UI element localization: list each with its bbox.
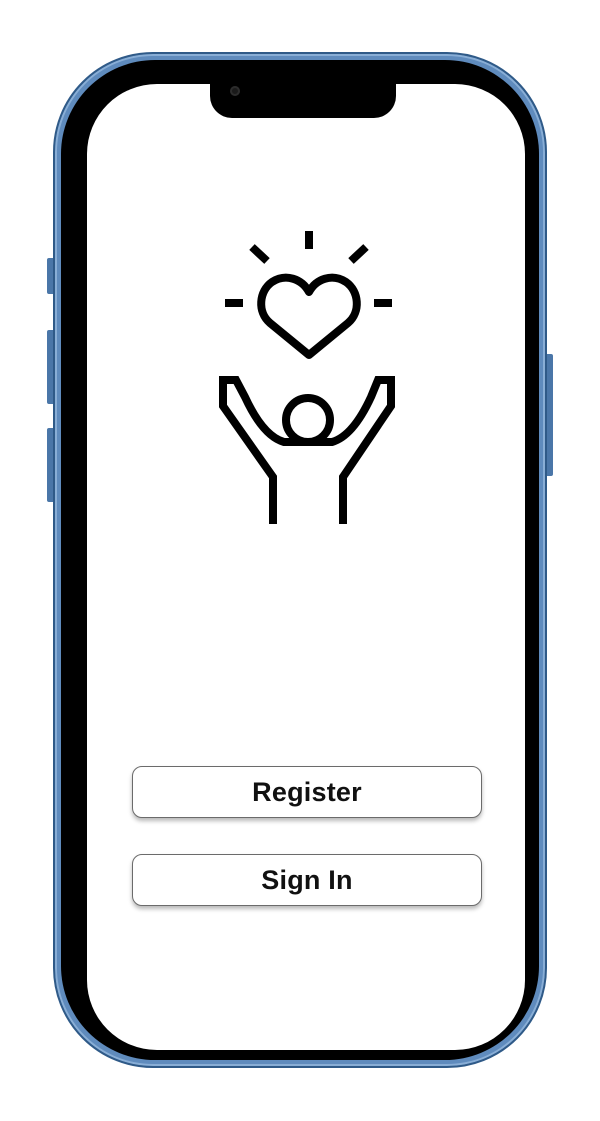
- heart-shape: [257, 273, 361, 359]
- sign-in-button-label: Sign In: [261, 864, 353, 895]
- register-button[interactable]: Register: [132, 766, 482, 818]
- phone-bezel: Register Sign In: [61, 60, 539, 1060]
- ray-upper-left: [249, 244, 270, 264]
- ray-upper-right: [348, 244, 369, 264]
- person-head: [282, 394, 334, 446]
- notch: [210, 78, 396, 118]
- front-camera-icon: [230, 86, 240, 96]
- sign-in-button[interactable]: Sign In: [132, 854, 482, 906]
- phone-frame: Register Sign In: [53, 52, 547, 1068]
- device-mockup: Register Sign In: [0, 0, 600, 1121]
- app-screen: Register Sign In: [87, 84, 525, 1050]
- register-button-label: Register: [252, 776, 362, 807]
- person-raising-arms-with-heart-icon: [219, 231, 395, 524]
